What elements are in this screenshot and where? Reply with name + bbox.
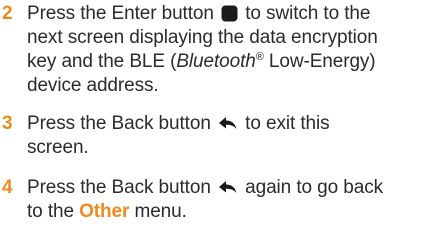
step-text-segment: Press the Back button	[27, 113, 211, 134]
step-text-segment: to switch to the	[245, 3, 371, 24]
step-line: Press the Enter button to switch to the	[27, 2, 442, 26]
step-text-segment: key and the BLE (	[27, 51, 177, 72]
step-number: 4	[2, 177, 13, 198]
step-4: 4 Press the Back button again to go back…	[0, 176, 442, 228]
step-line: device address.	[27, 75, 159, 96]
step-text: Press the Enter button to switch to the …	[27, 2, 442, 98]
step-text-segment: Low-Energy)	[263, 51, 376, 72]
step-text-segment: Press the Back button	[27, 177, 211, 198]
step-text-segment: to exit this	[245, 113, 330, 134]
step-3: 3 Press the Back button to exit this scr…	[0, 112, 442, 164]
back-arrow-icon	[218, 116, 238, 132]
registered-mark: ®	[255, 51, 264, 63]
step-line: screen.	[27, 137, 89, 158]
step-line: to the Other menu.	[27, 200, 442, 224]
step-number: 2	[2, 3, 13, 24]
enter-square-icon	[221, 5, 238, 22]
step-text: Press the Back button to exit this scree…	[27, 112, 442, 160]
step-text-segment: to the	[27, 201, 80, 222]
step-number: 3	[2, 113, 13, 134]
step-2: 2 Press the Enter button to switch to th…	[0, 2, 442, 106]
step-text: Press the Back button again to go back t…	[27, 176, 442, 224]
step-line: key and the BLE (Bluetooth® Low-Energy)	[27, 50, 442, 74]
bluetooth-italic: Bluetooth	[176, 51, 256, 72]
step-line: Press the Back button to exit this	[27, 112, 442, 136]
step-text-segment: menu.	[129, 201, 187, 222]
instruction-page: 2 Press the Enter button to switch to th…	[0, 0, 442, 246]
other-menu-name: Other	[79, 201, 130, 222]
step-line: next screen displaying the data encrypti…	[27, 27, 378, 48]
step-text-segment: again to go back	[245, 177, 383, 198]
step-line: Press the Back button again to go back	[27, 176, 442, 200]
back-arrow-icon	[218, 180, 238, 196]
step-text-segment: Press the Enter button	[27, 3, 214, 24]
